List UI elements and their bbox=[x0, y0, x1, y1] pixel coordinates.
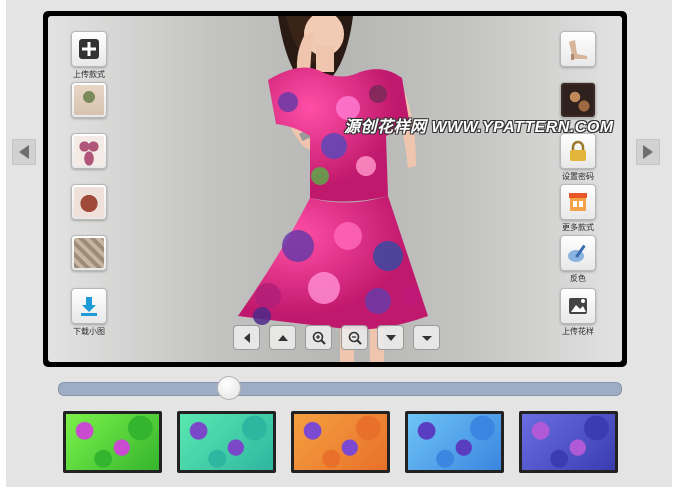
swatch-green[interactable] bbox=[63, 411, 162, 473]
plus-icon bbox=[79, 39, 99, 59]
model-preview-image bbox=[238, 16, 428, 362]
zoom-out-button[interactable] bbox=[341, 325, 368, 350]
move-down-alt-button[interactable] bbox=[413, 325, 440, 350]
arrow-up-icon bbox=[277, 334, 288, 341]
style-thumb-2[interactable] bbox=[70, 133, 108, 169]
arrow-left-icon bbox=[243, 332, 250, 343]
image-upload-icon bbox=[569, 298, 587, 314]
preview-canvas: 源创花样网 WWW.YPATTERN.COM 上传款式 下载小图 设置密码 更多… bbox=[48, 16, 622, 362]
more-styles-button[interactable]: 更多款式 bbox=[559, 184, 597, 233]
move-left-button[interactable] bbox=[233, 325, 260, 350]
arrow-left-icon bbox=[19, 145, 29, 159]
lock-icon bbox=[570, 140, 586, 161]
pattern-scale-slider[interactable] bbox=[58, 376, 622, 400]
preview-frame: 源创花样网 WWW.YPATTERN.COM 上传款式 下载小图 设置密码 更多… bbox=[43, 11, 627, 367]
next-arrow-button[interactable] bbox=[636, 139, 660, 165]
slider-handle[interactable] bbox=[216, 376, 241, 400]
shirt-thumbnail-icon bbox=[74, 187, 104, 217]
invert-color-button[interactable]: 反色 bbox=[559, 235, 597, 284]
invert-color-label: 反色 bbox=[570, 274, 586, 283]
style-thumb-1[interactable] bbox=[70, 82, 108, 118]
set-password-button[interactable]: 设置密码 bbox=[559, 133, 597, 182]
arrow-down-icon bbox=[385, 334, 396, 341]
swatch-orange[interactable] bbox=[291, 411, 390, 473]
upload-style-button[interactable]: 上传款式 bbox=[70, 31, 108, 80]
pattern-thumb[interactable] bbox=[559, 82, 597, 118]
shoe-thumb[interactable] bbox=[559, 31, 597, 67]
zoom-out-icon bbox=[348, 331, 362, 345]
download-icon bbox=[81, 297, 97, 316]
zoom-in-button[interactable] bbox=[305, 325, 332, 350]
set-password-label: 设置密码 bbox=[562, 172, 594, 181]
dress-thumbnail-icon bbox=[74, 85, 104, 115]
move-up-button[interactable] bbox=[269, 325, 296, 350]
upload-pattern-button[interactable]: 上传花样 bbox=[559, 288, 597, 337]
swatch-blue[interactable] bbox=[405, 411, 504, 473]
color-variant-list bbox=[0, 411, 680, 473]
download-thumb-button[interactable]: 下载小图 bbox=[70, 288, 108, 337]
fabric-thumbnail-icon bbox=[74, 238, 104, 268]
arrow-right-icon bbox=[643, 145, 653, 159]
previous-arrow-button[interactable] bbox=[12, 139, 36, 165]
more-styles-label: 更多款式 bbox=[562, 223, 594, 232]
zoom-in-icon bbox=[312, 331, 326, 345]
move-down-button[interactable] bbox=[377, 325, 404, 350]
paint-brush-icon bbox=[568, 244, 586, 262]
style-thumb-4[interactable] bbox=[70, 235, 108, 271]
bikini-thumbnail-icon bbox=[74, 136, 104, 166]
chevron-down-icon bbox=[421, 335, 432, 341]
upload-style-label: 上传款式 bbox=[73, 70, 105, 79]
style-thumb-3[interactable] bbox=[70, 184, 108, 220]
shoe-thumbnail-icon bbox=[569, 40, 587, 60]
view-controls bbox=[233, 325, 440, 350]
upload-pattern-label: 上传花样 bbox=[562, 327, 594, 336]
pattern-thumbnail-icon bbox=[563, 85, 593, 115]
store-icon bbox=[569, 193, 587, 211]
swatch-indigo[interactable] bbox=[519, 411, 618, 473]
download-thumb-label: 下载小图 bbox=[73, 327, 105, 336]
swatch-teal[interactable] bbox=[177, 411, 276, 473]
